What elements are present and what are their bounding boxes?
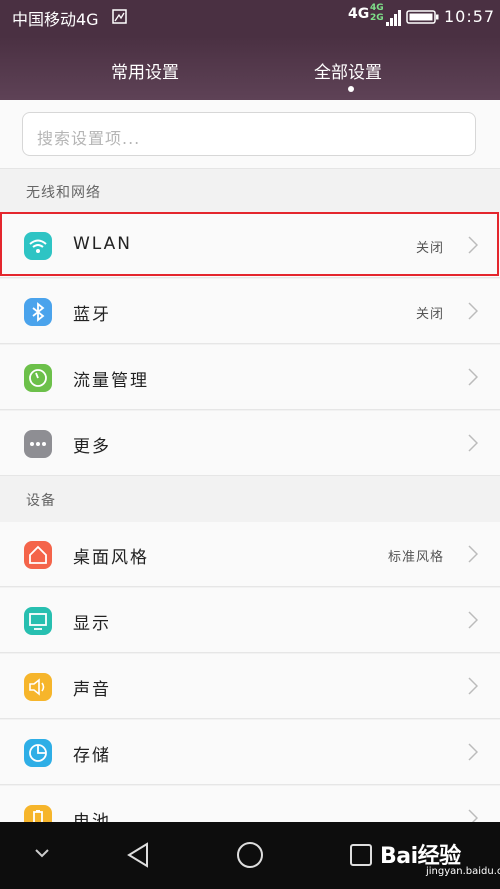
settings-item-data-usage[interactable]: 流量管理 bbox=[0, 345, 500, 410]
storage-icon bbox=[24, 739, 52, 767]
chevron-right-icon bbox=[468, 743, 478, 761]
settings-header: 常用设置 全部设置 bbox=[0, 36, 500, 100]
clock: 10:57 bbox=[444, 7, 496, 26]
settings-item-label: 流量管理 bbox=[73, 371, 149, 391]
settings-item-display[interactable]: 显示 bbox=[0, 588, 500, 653]
settings-item-storage[interactable]: 存储 bbox=[0, 720, 500, 785]
settings-item-value: 标准风格 bbox=[387, 550, 444, 565]
recent-apps-icon[interactable] bbox=[349, 843, 373, 867]
chevron-right-icon bbox=[468, 302, 478, 320]
settings-item-home-style[interactable]: 桌面风格 标准风格 bbox=[0, 522, 500, 587]
home-icon bbox=[24, 541, 52, 569]
search-input[interactable]: 搜索设置项... bbox=[22, 112, 476, 156]
chevron-right-icon bbox=[468, 368, 478, 386]
wifi-icon bbox=[24, 232, 52, 260]
search-area: 搜索设置项... bbox=[0, 100, 500, 169]
more-icon bbox=[24, 430, 52, 458]
settings-item-label: 存储 bbox=[73, 746, 111, 766]
section-title-wireless: 无线和网络 bbox=[26, 185, 101, 201]
tab-all-settings[interactable]: 全部设置 bbox=[314, 58, 382, 83]
chevron-right-icon bbox=[468, 611, 478, 629]
network-type: 4G bbox=[348, 6, 370, 22]
settings-item-label: 显示 bbox=[73, 614, 111, 634]
search-placeholder: 搜索设置项... bbox=[37, 129, 141, 148]
data-usage-icon bbox=[24, 364, 52, 392]
carrier-label: 中国移动4G bbox=[12, 10, 99, 29]
settings-item-label: WLAN bbox=[73, 234, 133, 254]
settings-item-label: 蓝牙 bbox=[73, 305, 111, 325]
settings-item-more[interactable]: 更多 bbox=[0, 411, 500, 476]
section-header-wireless: 无线和网络 bbox=[0, 169, 500, 213]
home-circle-icon[interactable] bbox=[236, 841, 264, 869]
settings-item-value: 关闭 bbox=[415, 307, 444, 322]
settings-item-bluetooth[interactable]: 蓝牙 关闭 bbox=[0, 279, 500, 344]
settings-item-value: 关闭 bbox=[415, 241, 444, 256]
tab-common-settings[interactable]: 常用设置 bbox=[111, 58, 179, 83]
active-tab-indicator bbox=[348, 86, 354, 92]
signal-icon bbox=[386, 10, 401, 26]
settings-item-sound[interactable]: 声音 bbox=[0, 654, 500, 719]
battery-icon bbox=[406, 10, 439, 24]
chevron-right-icon bbox=[468, 677, 478, 695]
settings-item-label: 桌面风格 bbox=[73, 548, 149, 568]
display-icon bbox=[24, 607, 52, 635]
sim-card-icon bbox=[112, 9, 127, 24]
chevron-down-icon[interactable] bbox=[34, 848, 50, 858]
status-bar: 中国移动4G 4G 4G 2G 10:57 bbox=[0, 0, 500, 36]
section-title-device: 设备 bbox=[26, 493, 56, 509]
back-icon[interactable] bbox=[126, 842, 150, 868]
chevron-right-icon bbox=[468, 434, 478, 452]
section-header-device: 设备 bbox=[0, 477, 500, 521]
settings-item-wlan[interactable]: WLAN 关闭 bbox=[0, 213, 500, 278]
bluetooth-icon bbox=[24, 298, 52, 326]
sound-icon bbox=[24, 673, 52, 701]
chevron-right-icon bbox=[468, 236, 478, 254]
settings-item-label: 声音 bbox=[73, 680, 111, 700]
watermark-url: jingyan.baidu.com bbox=[426, 866, 500, 877]
settings-item-label: 更多 bbox=[73, 437, 111, 457]
chevron-right-icon bbox=[468, 545, 478, 563]
